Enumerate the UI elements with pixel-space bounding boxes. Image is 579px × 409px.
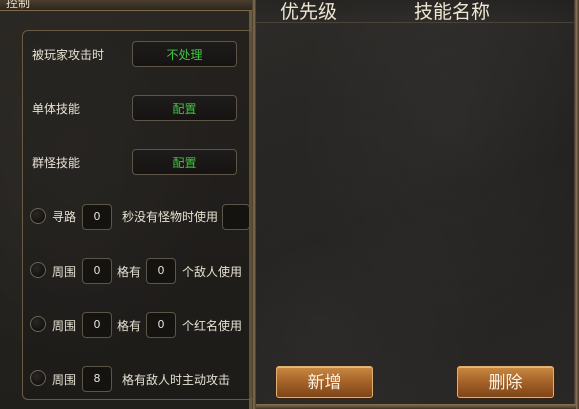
enemies-prefix-label: 周围 bbox=[52, 265, 77, 279]
skill-list-panel bbox=[255, 0, 579, 409]
frame-bottom-edge bbox=[256, 404, 576, 409]
on-attacked-action-button[interactable]: 不处理 bbox=[132, 41, 237, 67]
settings-panel: 控制 被玩家攻击时 不处理 单体技能 配置 群怪技能 配置 寻路 0 秒没有怪物… bbox=[0, 0, 254, 409]
pathfind-radio[interactable] bbox=[30, 208, 46, 224]
auto-attack-range-input[interactable]: 8 bbox=[82, 366, 112, 392]
panel-title: 控制 bbox=[6, 0, 31, 10]
frame-right-edge bbox=[574, 0, 579, 409]
auto-attack-radio[interactable] bbox=[30, 370, 46, 386]
enemies-mid-label: 格有 bbox=[117, 265, 142, 279]
enemies-suffix-label: 个敌人使用 bbox=[182, 265, 243, 279]
frame-divider bbox=[252, 0, 256, 409]
pathfind-extra-input[interactable] bbox=[222, 204, 250, 230]
enemies-radio[interactable] bbox=[30, 262, 46, 278]
skill-name-column-header: 技能名称 bbox=[414, 1, 491, 23]
panel-title-bar: 控制 bbox=[0, 0, 252, 11]
single-skill-label: 单体技能 bbox=[32, 102, 81, 116]
pathfind-label: 寻路 bbox=[52, 210, 77, 224]
rednames-suffix-label: 个红名使用 bbox=[182, 319, 243, 333]
on-attacked-label: 被玩家攻击时 bbox=[32, 48, 105, 62]
add-skill-button[interactable]: 新增 bbox=[276, 366, 373, 398]
group-skill-config-button[interactable]: 配置 bbox=[132, 149, 237, 175]
pathfind-seconds-input[interactable]: 0 bbox=[82, 204, 112, 230]
rednames-range-input[interactable]: 0 bbox=[82, 312, 112, 338]
pathfind-suffix-label: 秒没有怪物时使用 bbox=[122, 210, 219, 224]
rednames-count-input[interactable]: 0 bbox=[146, 312, 176, 338]
auto-attack-suffix-label: 格有敌人时主动攻击 bbox=[122, 373, 231, 387]
priority-column-header: 优先级 bbox=[280, 1, 338, 23]
rednames-prefix-label: 周围 bbox=[52, 319, 77, 333]
enemies-range-input[interactable]: 0 bbox=[82, 258, 112, 284]
delete-skill-button[interactable]: 删除 bbox=[457, 366, 554, 398]
group-skill-label: 群怪技能 bbox=[32, 156, 81, 170]
rednames-mid-label: 格有 bbox=[117, 319, 142, 333]
rednames-radio[interactable] bbox=[30, 316, 46, 332]
auto-attack-prefix-label: 周围 bbox=[52, 373, 77, 387]
skill-list-header: 优先级 技能名称 bbox=[256, 0, 574, 23]
enemies-count-input[interactable]: 0 bbox=[146, 258, 176, 284]
single-skill-config-button[interactable]: 配置 bbox=[132, 95, 237, 121]
